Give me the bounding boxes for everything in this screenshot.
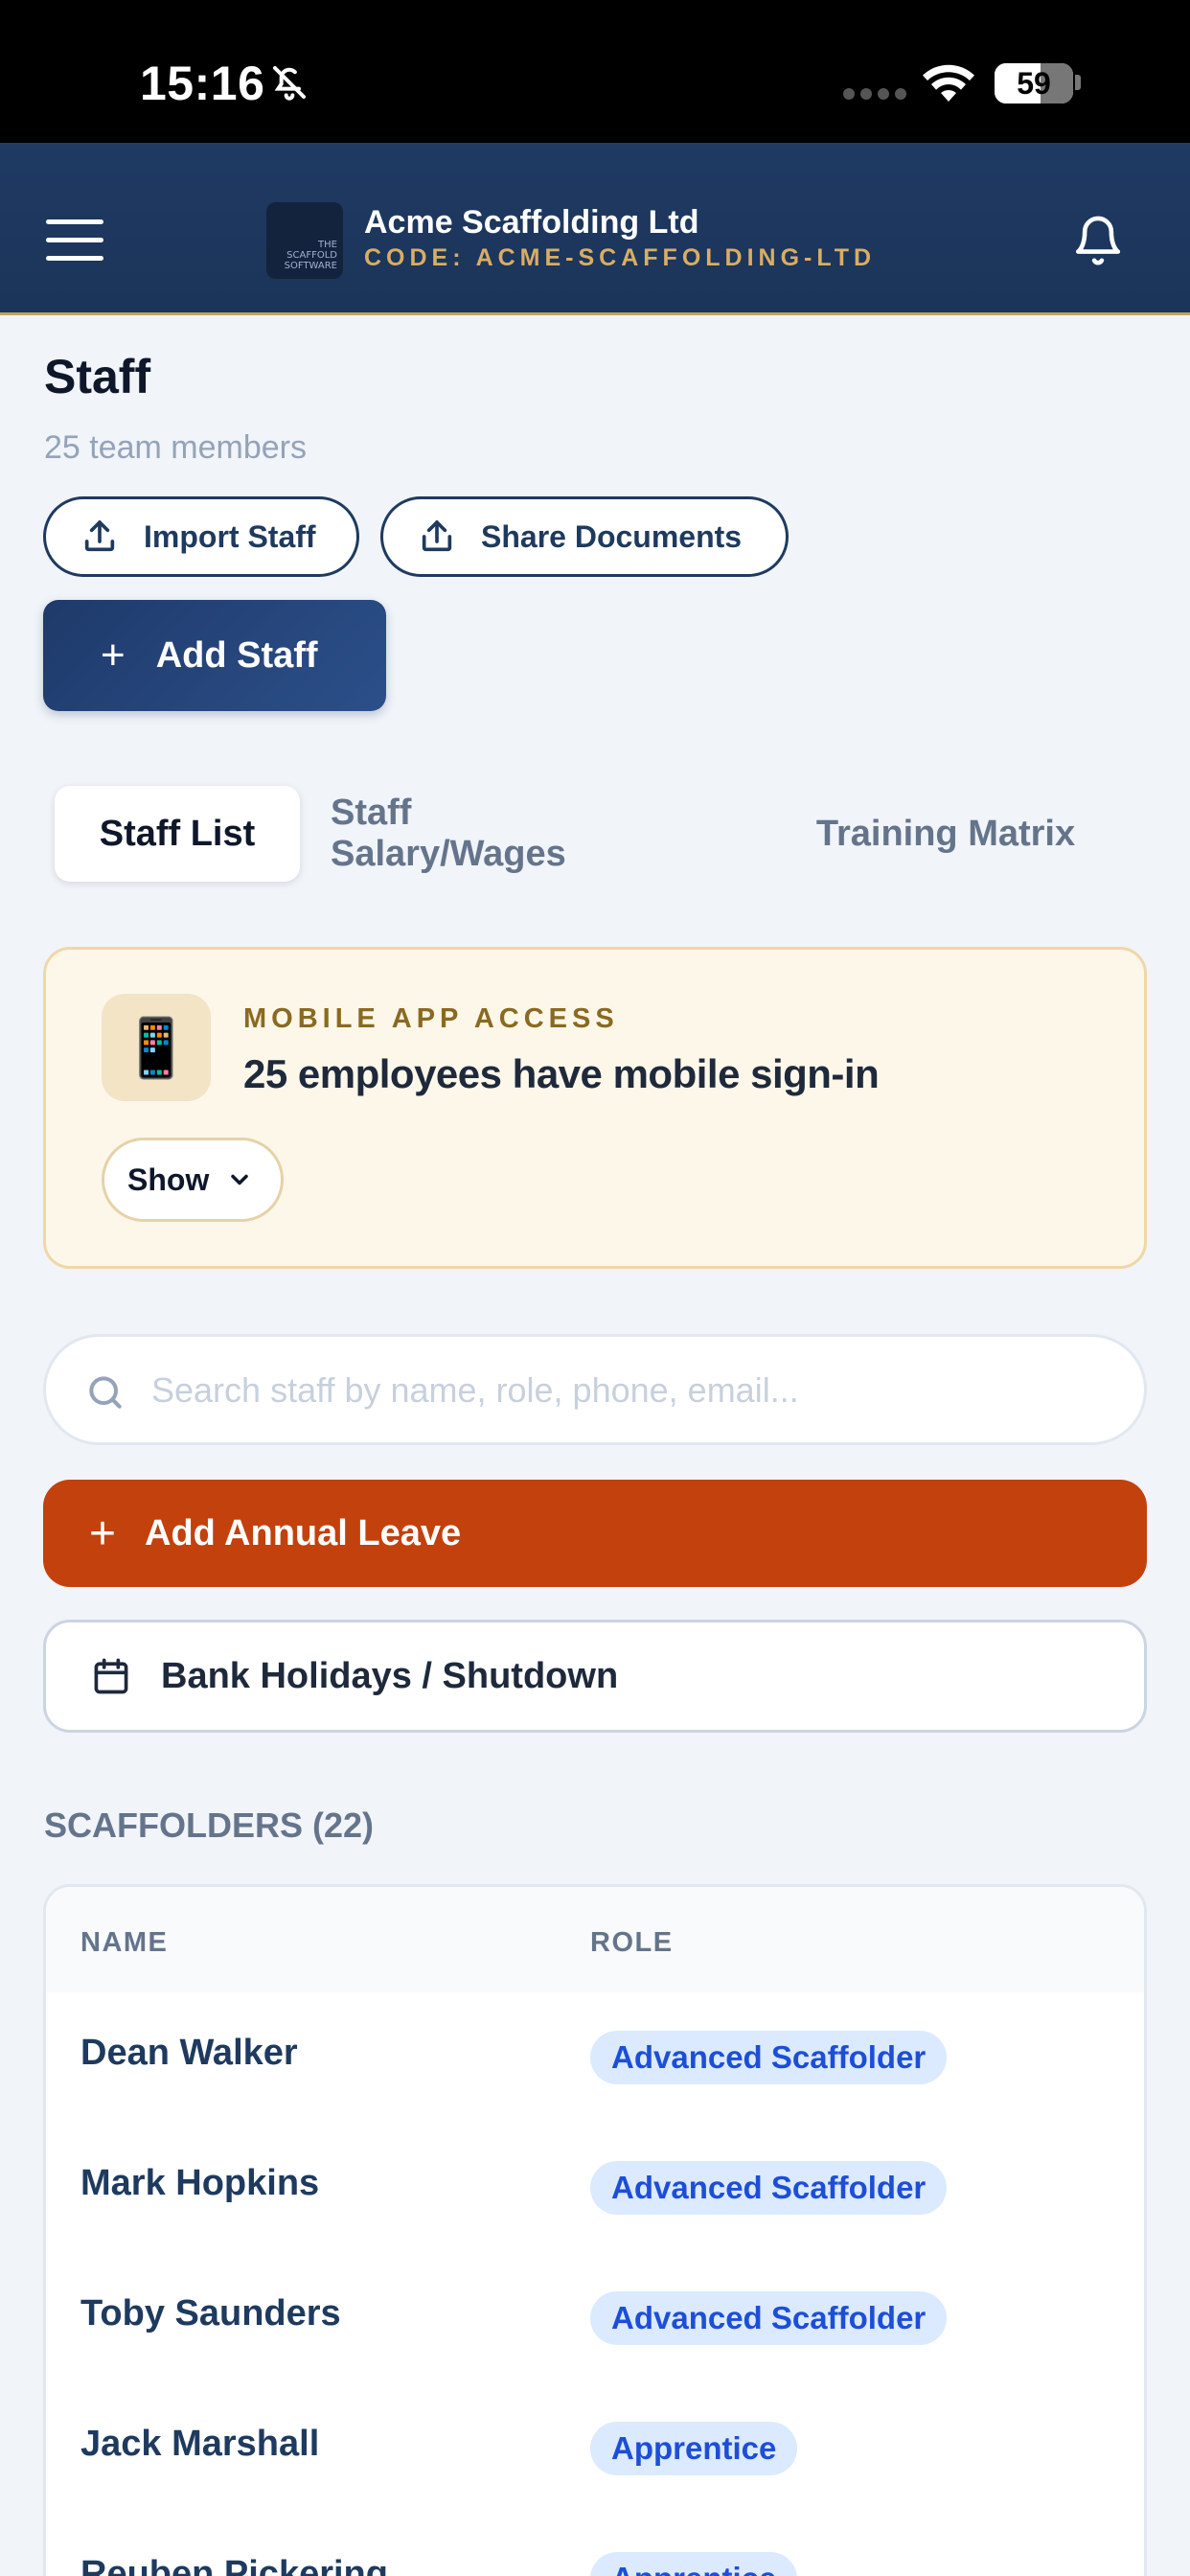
import-staff-button[interactable]: Import Staff (43, 496, 359, 577)
staff-name: Toby Saunders (80, 2293, 341, 2334)
staff-search-box (43, 1334, 1147, 1445)
status-bar: 15:16 59 (0, 0, 1190, 143)
wifi-icon (923, 64, 974, 102)
bank-holidays-label: Bank Holidays / Shutdown (161, 1655, 619, 1696)
notification-bell-icon[interactable] (1071, 212, 1125, 269)
staff-name: Dean Walker (80, 2033, 298, 2073)
search-icon (89, 1376, 122, 1409)
company-name: Acme Scaffolding Ltd (364, 204, 699, 241)
show-label: Show (127, 1162, 210, 1197)
scaffolders-section-heading: SCAFFOLDERS (22) (44, 1806, 375, 1845)
mobile-app-access-card: 📱 MOBILE APP ACCESS 25 employees have mo… (43, 947, 1147, 1269)
import-staff-label: Import Staff (144, 518, 316, 554)
battery-percent: 59 (1017, 66, 1051, 101)
bell-off-icon (273, 66, 306, 101)
mobile-access-headline: 25 employees have mobile sign-in (243, 1051, 880, 1096)
app-header: THE SCAFFOLD SOFTWARE Acme Scaffolding L… (0, 143, 1190, 315)
table-row[interactable]: Dean Walker Advanced Scaffolder (46, 1992, 1144, 2123)
tab-staff-salary-wages[interactable]: Staff Salary/Wages (331, 786, 656, 882)
column-header-role: ROLE (590, 1927, 674, 1958)
company-logo: THE SCAFFOLD SOFTWARE (266, 202, 343, 279)
staff-tabs: Staff List Staff Salary/Wages Training M… (43, 772, 1147, 889)
cellular-signal-icon (843, 88, 906, 100)
role-badge: Apprentice (590, 2422, 798, 2475)
battery-indicator: 59 (995, 63, 1073, 104)
search-input[interactable] (151, 1354, 1110, 1427)
bank-holidays-button[interactable]: Bank Holidays / Shutdown (43, 1620, 1147, 1733)
tab-staff-list[interactable]: Staff List (55, 786, 300, 882)
upload-icon (84, 520, 115, 552)
add-staff-button[interactable]: + Add Staff (43, 600, 386, 711)
chevron-down-icon (231, 1174, 249, 1185)
plus-icon: + (101, 632, 126, 678)
role-badge: Advanced Scaffolder (590, 2161, 948, 2215)
company-code: CODE: ACME-SCAFFOLDING-LTD (364, 244, 877, 271)
share-documents-button[interactable]: Share Documents (380, 496, 789, 577)
calendar-icon (94, 1658, 128, 1694)
staff-name: Jack Marshall (80, 2424, 320, 2464)
share-icon (422, 520, 452, 552)
table-row[interactable]: Reuben Pickering Apprentice (46, 2514, 1144, 2576)
table-header: NAME ROLE (46, 1887, 1144, 1992)
table-row[interactable]: Mark Hopkins Advanced Scaffolder (46, 2123, 1144, 2253)
role-badge: Advanced Scaffolder (590, 2031, 948, 2084)
show-mobile-access-button[interactable]: Show (102, 1138, 284, 1222)
tab-training-matrix[interactable]: Training Matrix (783, 786, 1109, 882)
staff-name: Mark Hopkins (80, 2163, 320, 2203)
mobile-phone-icon: 📱 (102, 994, 211, 1101)
add-staff-label: Add Staff (155, 634, 318, 676)
table-row[interactable]: Toby Saunders Advanced Scaffolder (46, 2253, 1144, 2383)
staff-table: NAME ROLE Dean Walker Advanced Scaffolde… (43, 1884, 1147, 2576)
column-header-name: NAME (80, 1927, 169, 1958)
team-count: 25 team members (44, 429, 307, 466)
status-time: 15:16 (140, 57, 265, 110)
add-annual-leave-button[interactable]: + Add Annual Leave (43, 1480, 1147, 1587)
plus-icon: + (89, 1507, 117, 1559)
add-annual-leave-label: Add Annual Leave (145, 1512, 462, 1553)
share-documents-label: Share Documents (481, 518, 743, 554)
hamburger-menu-icon[interactable] (46, 219, 103, 262)
role-badge: Apprentice (590, 2552, 798, 2576)
battery-cap (1075, 75, 1081, 90)
logo-text: THE SCAFFOLD SOFTWARE (284, 240, 337, 271)
table-row[interactable]: Jack Marshall Apprentice (46, 2383, 1144, 2514)
mobile-access-label: MOBILE APP ACCESS (243, 1003, 619, 1034)
staff-name: Reuben Pickering (80, 2554, 388, 2576)
role-badge: Advanced Scaffolder (590, 2291, 948, 2345)
page-title: Staff (44, 350, 151, 403)
